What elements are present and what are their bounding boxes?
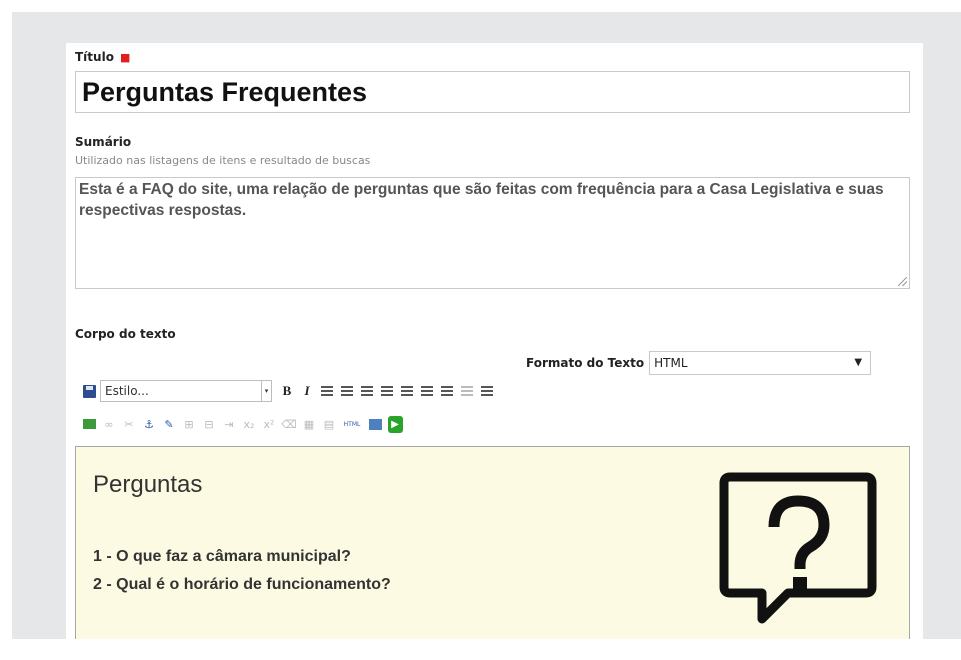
save-icon <box>82 384 96 398</box>
style-dropdown-arrow-icon: ▾ <box>261 381 271 401</box>
align-left-icon <box>321 386 333 396</box>
titulo-label-text: Título <box>75 50 114 64</box>
play-button[interactable]: ▶ <box>386 415 404 433</box>
question-item: 1 - O que faz a câmara municipal? <box>93 548 351 565</box>
format-value: HTML <box>654 356 688 370</box>
superscript-button[interactable]: x² <box>260 415 278 433</box>
corpo-label: Corpo do texto <box>75 327 176 341</box>
dropdown-arrow-icon: ▼ <box>854 357 863 368</box>
insert-image-button[interactable] <box>80 415 98 433</box>
bold-button[interactable]: B <box>278 382 296 400</box>
format-label: Formato do Texto <box>526 356 645 370</box>
media-button[interactable] <box>366 415 384 433</box>
blockquote-icon <box>481 386 493 396</box>
clean-format-button[interactable]: ⌫ <box>280 415 298 433</box>
media-icon <box>368 418 382 430</box>
unlink-button[interactable]: ✂ <box>120 415 138 433</box>
align-center-button[interactable] <box>338 382 356 400</box>
sumario-textarea[interactable]: Esta é a FAQ do site, uma relação de per… <box>75 177 910 289</box>
align-center-icon <box>341 386 353 396</box>
subscript-button[interactable]: x₂ <box>240 415 258 433</box>
indent-icon <box>461 386 473 396</box>
question-bubble-icon <box>716 469 881 629</box>
italic-button[interactable]: I <box>298 382 316 400</box>
table-props-button[interactable]: ▤ <box>320 415 338 433</box>
sumario-text: Esta é a FAQ do site, uma relação de per… <box>79 181 884 219</box>
edit-button[interactable]: ✎ <box>160 415 178 433</box>
format-row: Formato do Texto HTML ▼ <box>526 350 872 376</box>
format-select[interactable]: HTML ▼ <box>649 351 872 375</box>
outdent-icon <box>441 386 453 396</box>
table-button[interactable]: ▦ <box>300 415 318 433</box>
resize-grip-icon[interactable] <box>898 277 907 286</box>
sumario-hint: Utilizado nas listagens de itens e resul… <box>75 154 371 167</box>
anchor-button[interactable]: ⚓ <box>140 415 158 433</box>
save-button[interactable] <box>80 382 98 400</box>
table-split-button[interactable]: ⇥ <box>220 415 238 433</box>
editor-toolbar-2: ∞ ✂ ⚓ ✎ ⊞ ⊟ ⇥ x₂ x² ⌫ ▦ ▤ HTML ▶ <box>80 412 406 436</box>
bullet-list-button[interactable] <box>398 382 416 400</box>
numbered-list-button[interactable] <box>418 382 436 400</box>
bullet-list-icon <box>401 386 413 396</box>
image-icon <box>82 419 96 429</box>
outdent-button[interactable] <box>438 382 456 400</box>
question-item: 2 - Qual é o horário de funcionamento? <box>93 576 391 593</box>
edit-form: Título ■ Perguntas Frequentes Sumário Uti… <box>66 43 923 639</box>
indent-button[interactable] <box>478 382 496 400</box>
indent-disabled-button[interactable] <box>458 382 476 400</box>
align-right-icon <box>361 386 373 396</box>
rich-text-editor[interactable]: Perguntas 1 - O que faz a câmara municip… <box>75 446 910 639</box>
editor-toolbar-1: Estilo... ▾ B I <box>80 379 498 403</box>
numbered-list-icon <box>421 386 433 396</box>
align-right-button[interactable] <box>358 382 376 400</box>
html-button[interactable]: HTML <box>340 415 364 433</box>
style-select-value: Estilo... <box>105 384 149 398</box>
editor-heading: Perguntas <box>93 471 203 498</box>
style-select[interactable]: Estilo... ▾ <box>100 380 272 402</box>
required-marker: ■ <box>119 51 131 64</box>
play-icon: ▶ <box>387 415 403 433</box>
align-left-button[interactable] <box>318 382 336 400</box>
titulo-label: Título ■ <box>75 50 130 64</box>
table-insert-row-button[interactable]: ⊞ <box>180 415 198 433</box>
sumario-label: Sumário <box>75 135 132 149</box>
align-justify-icon <box>381 386 393 396</box>
titulo-input[interactable]: Perguntas Frequentes <box>75 71 910 113</box>
table-insert-col-button[interactable]: ⊟ <box>200 415 218 433</box>
align-justify-button[interactable] <box>378 382 396 400</box>
link-button[interactable]: ∞ <box>100 415 118 433</box>
